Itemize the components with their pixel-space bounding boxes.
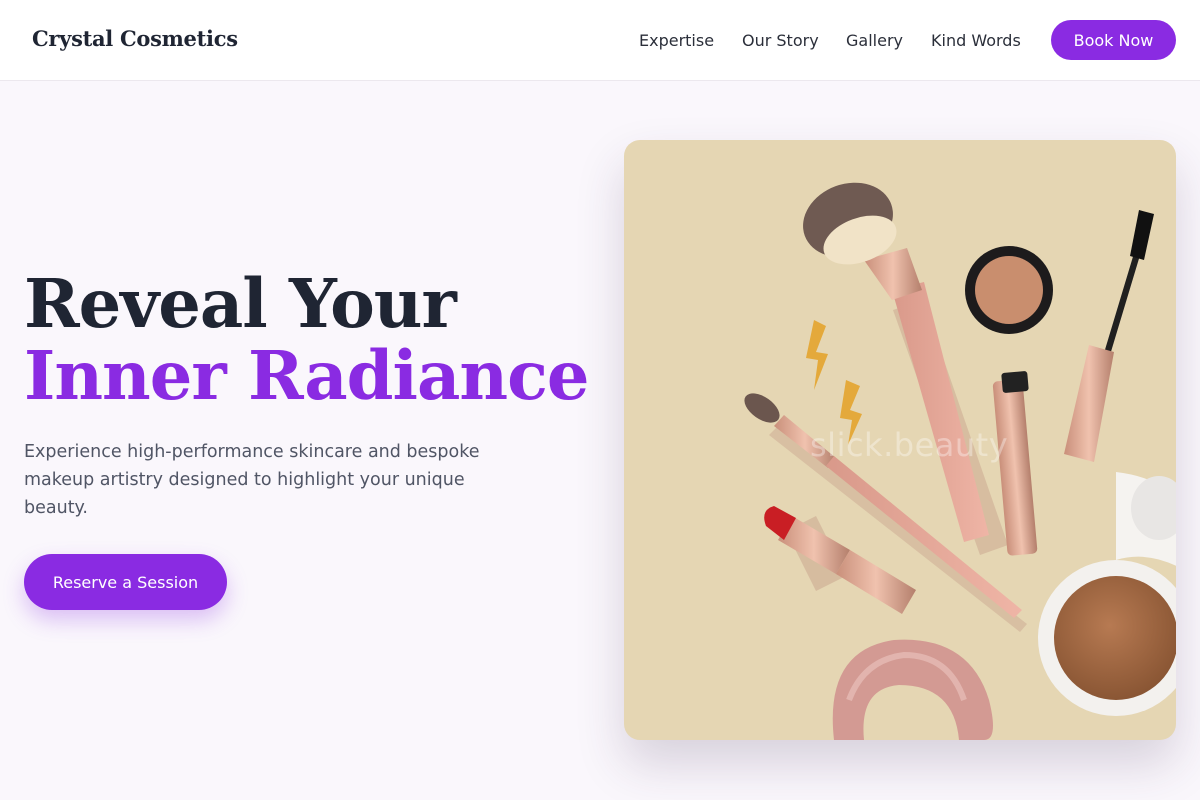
nav-label[interactable]: Our Story [742,31,819,50]
cream-compact [965,246,1053,334]
site-header: Crystal Cosmetics Expertise Our Story Ga… [0,0,1200,81]
hero-subtitle: Experience high-performance skincare and… [24,442,480,518]
bronzer-compact [1038,472,1176,716]
nav-item-expertise[interactable]: Expertise [639,0,714,80]
brand-logo[interactable]: Crystal Cosmetics [32,26,238,51]
image-watermark: slick.beauty [810,426,1009,464]
nav-label[interactable]: Gallery [846,31,903,50]
nav-item-our-story[interactable]: Our Story [742,0,819,80]
hero-title: Reveal Your Inner Radiance [24,268,604,412]
powder-brush [803,182,1008,555]
mascara [1064,210,1154,462]
nav-label[interactable]: Kind Words [931,31,1021,50]
nav-item-gallery[interactable]: Gallery [846,0,903,80]
nav-item-kind-words[interactable]: Kind Words [931,0,1021,80]
velvet-scrunchie [832,639,993,740]
book-now-button[interactable]: Book Now [1051,20,1176,60]
nav-label[interactable]: Expertise [639,31,714,50]
reserve-session-button[interactable]: Reserve a Session [24,554,227,610]
hero-image: slick.beauty [624,140,1176,740]
hero-title-accent: Inner Radiance [24,336,589,415]
hero-title-main: Reveal Your [24,264,457,343]
